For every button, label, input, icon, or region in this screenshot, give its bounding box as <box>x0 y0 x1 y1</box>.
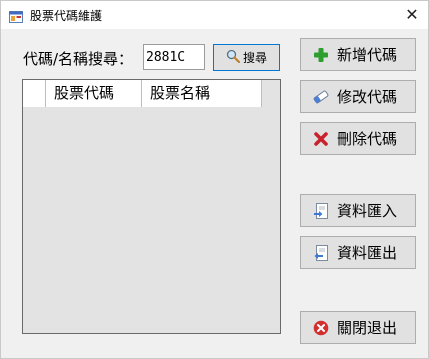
grid-corner <box>23 80 46 107</box>
stock-grid[interactable]: 股票代碼 股票名稱 <box>22 79 281 334</box>
window-close-button[interactable]: ✕ <box>396 1 428 29</box>
import-data-button[interactable]: 資料匯入 <box>300 194 416 227</box>
x-icon <box>313 131 329 147</box>
close-exit-button[interactable]: 關閉退出 <box>300 311 416 344</box>
column-header-stock-code[interactable]: 股票代碼 <box>46 80 142 107</box>
import-data-label: 資料匯入 <box>337 202 398 220</box>
search-input[interactable] <box>143 44 205 70</box>
close-circle-icon <box>313 320 329 336</box>
close-exit-label: 關閉退出 <box>337 319 398 337</box>
export-data-button[interactable]: 資料匯出 <box>300 236 416 269</box>
search-button-label: 搜尋 <box>242 51 267 65</box>
export-data-label: 資料匯出 <box>337 244 398 262</box>
delete-code-button[interactable]: 刪除代碼 <box>300 122 416 155</box>
magnifier-icon <box>226 49 241 66</box>
search-label: 代碼/名稱搜尋： <box>23 50 134 68</box>
delete-code-label: 刪除代碼 <box>337 130 398 148</box>
plus-icon <box>313 47 329 63</box>
main-window: 股票代碼維護 ✕ 代碼/名稱搜尋： 搜尋 股票代碼 股票名稱 新增代碼 <box>0 0 429 359</box>
title-bar: 股票代碼維護 ✕ <box>1 1 428 29</box>
search-button[interactable]: 搜尋 <box>213 44 280 71</box>
app-window-icon <box>9 8 23 23</box>
import-icon <box>313 202 329 219</box>
add-code-label: 新增代碼 <box>337 46 398 64</box>
window-title: 股票代碼維護 <box>30 9 103 23</box>
add-code-button[interactable]: 新增代碼 <box>300 38 416 71</box>
export-icon <box>313 244 329 261</box>
grid-header: 股票代碼 股票名稱 <box>23 80 262 107</box>
eraser-icon <box>313 89 329 105</box>
column-header-stock-name[interactable]: 股票名稱 <box>142 80 262 107</box>
edit-code-button[interactable]: 修改代碼 <box>300 80 416 113</box>
edit-code-label: 修改代碼 <box>337 88 398 106</box>
